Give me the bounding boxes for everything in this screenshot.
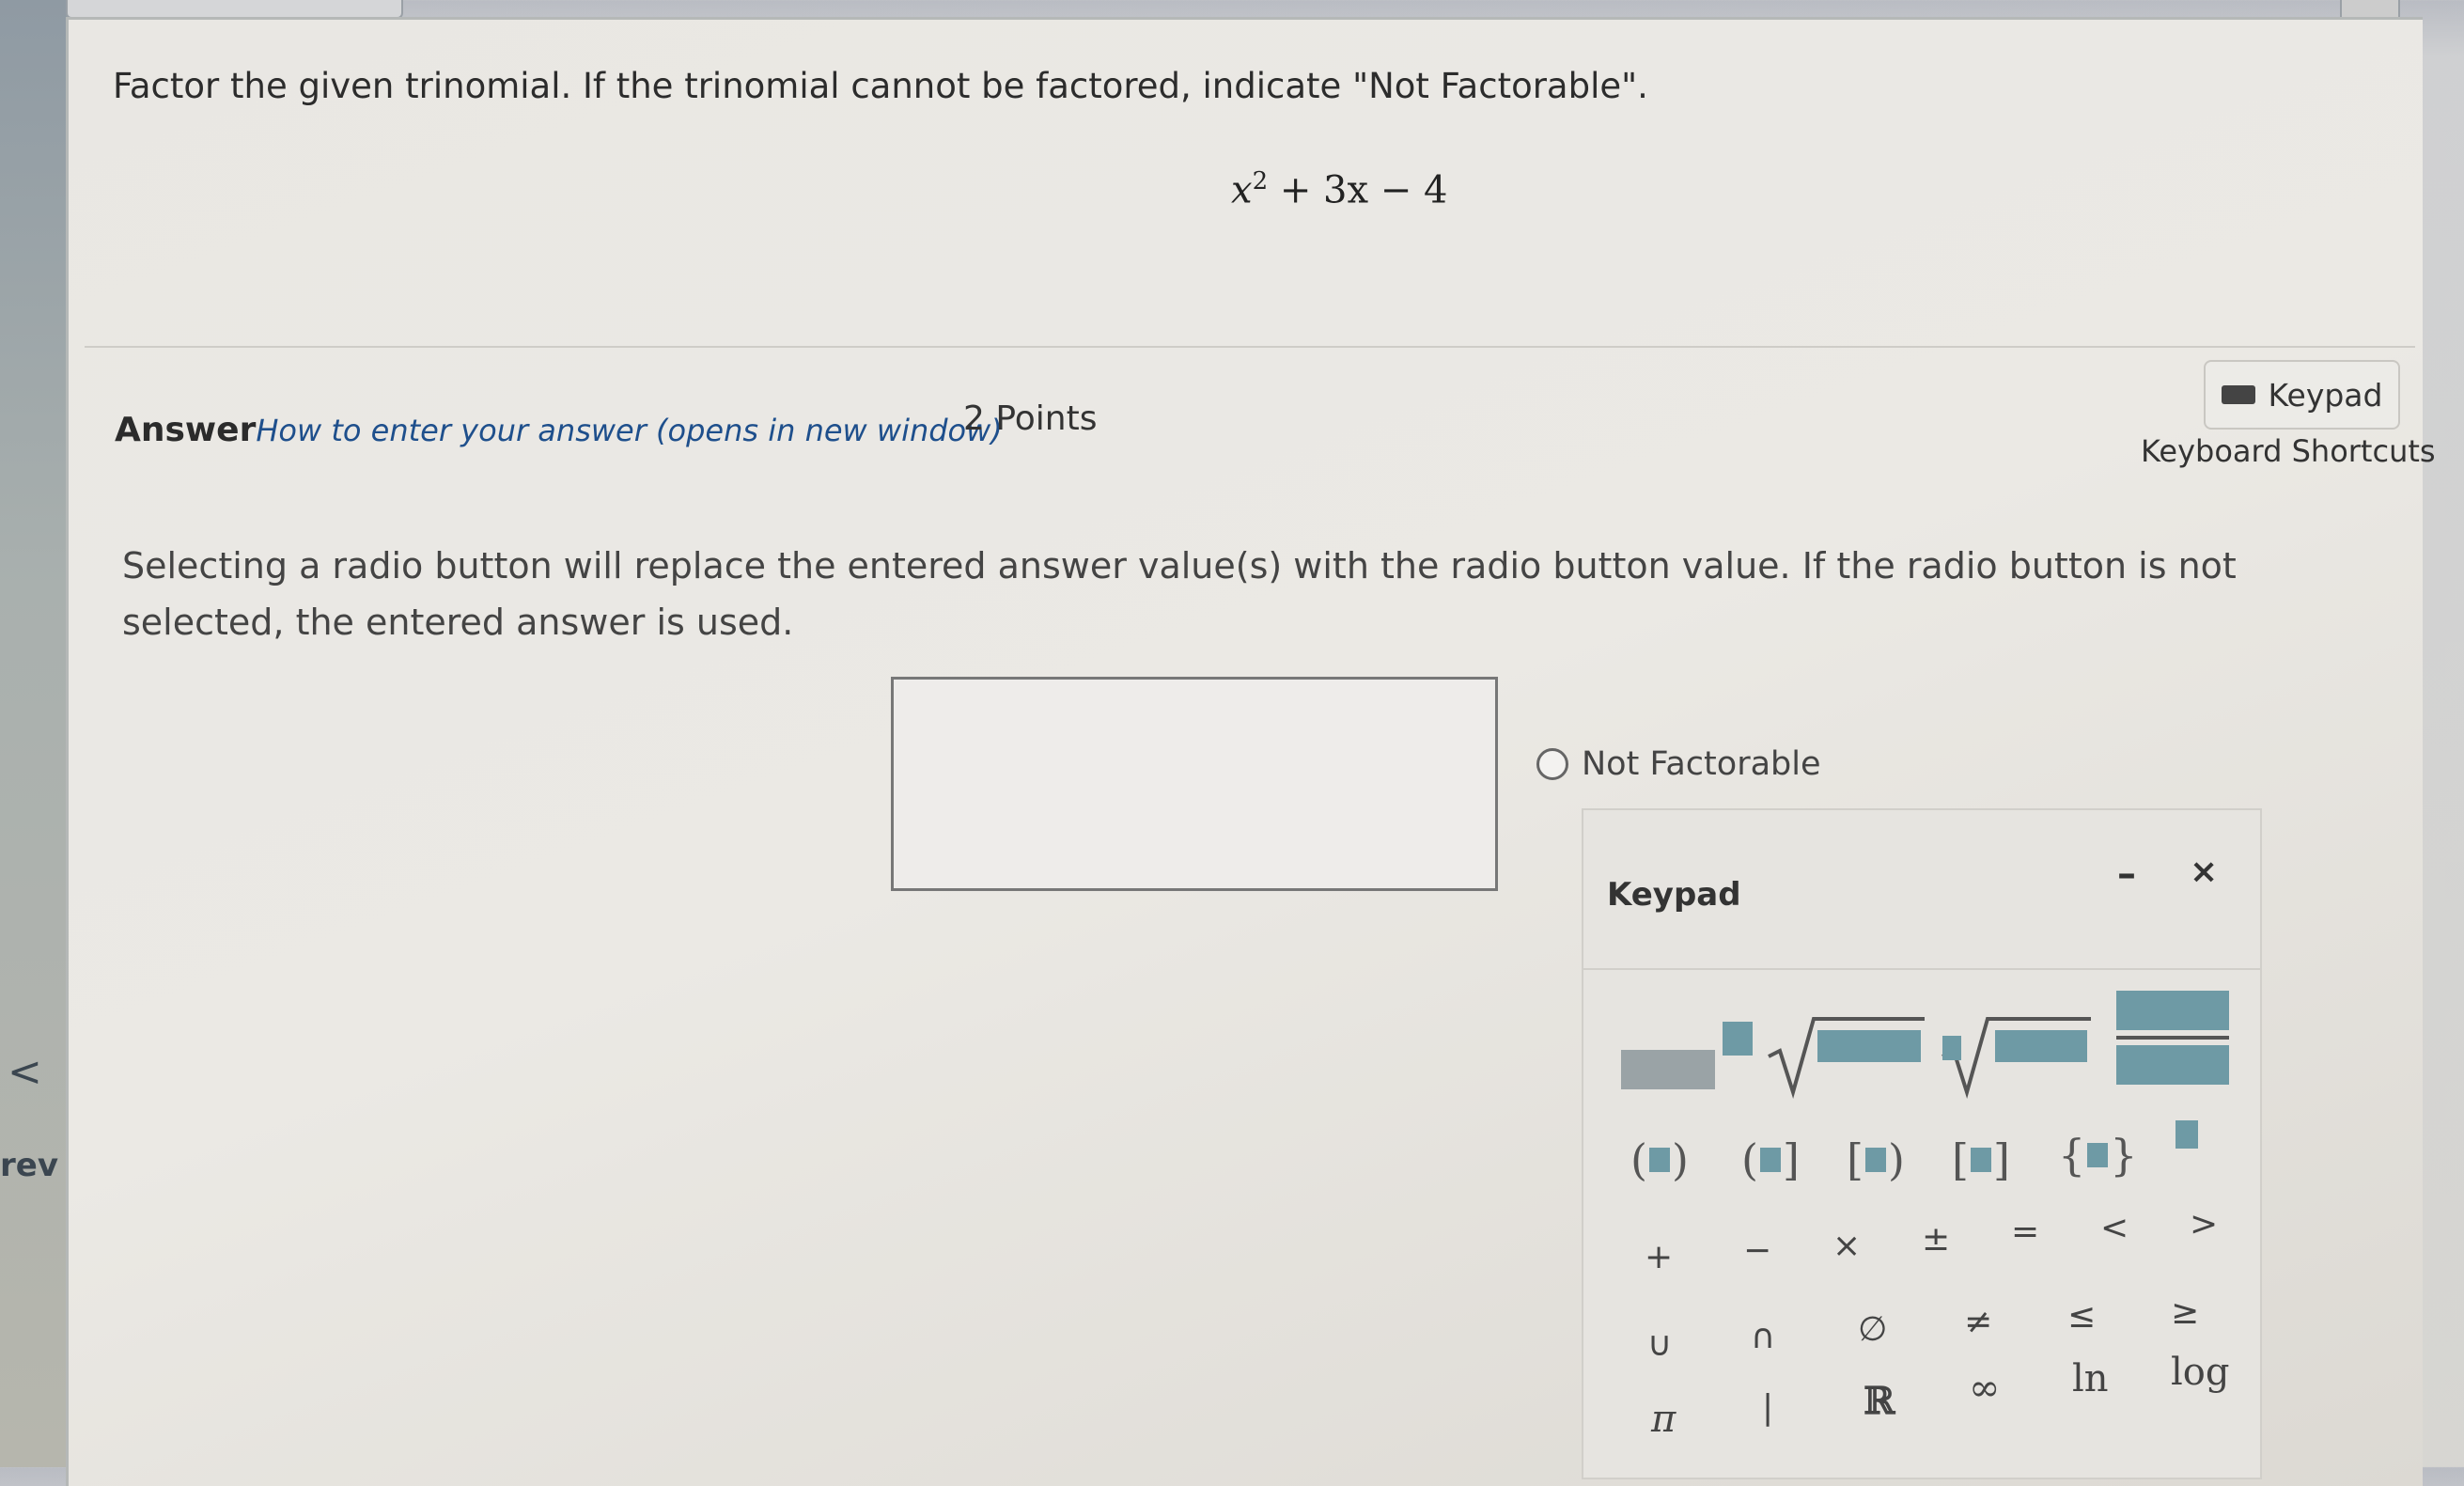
- previous-button-label[interactable]: rev: [0, 1147, 58, 1184]
- left-navigation-rail: < rev: [0, 0, 75, 1467]
- keypad-separator: [1583, 968, 2260, 970]
- left-open-interval-key[interactable]: (]: [1741, 1134, 1800, 1185]
- closed-interval-key[interactable]: []: [1952, 1134, 2010, 1185]
- union-key[interactable]: ∪: [1647, 1325, 1672, 1364]
- not-equal-key[interactable]: ≠: [1964, 1303, 1992, 1341]
- radio-instructions: Selecting a radio button will replace th…: [122, 545, 2237, 643]
- fraction-key[interactable]: [2105, 981, 2237, 1094]
- help-link[interactable]: How to enter your answer (opens in new w…: [256, 413, 1002, 448]
- nth-root-key[interactable]: [1941, 998, 2100, 1102]
- keypad-title: Keypad: [1607, 876, 1741, 914]
- answer-input[interactable]: [891, 677, 1498, 891]
- keypad-toggle-button[interactable]: Keypad: [2204, 360, 2400, 430]
- set-braces-key[interactable]: {}: [2058, 1130, 2138, 1181]
- not-factorable-radio[interactable]: [1536, 748, 1568, 780]
- plus-minus-key[interactable]: ±: [1922, 1220, 1950, 1259]
- keyboard-shortcuts-link[interactable]: Keyboard Shortcuts: [2141, 433, 2436, 469]
- infinity-key[interactable]: ∞: [1969, 1367, 2000, 1410]
- expression-base: x: [1231, 168, 1253, 212]
- equals-key[interactable]: =: [2011, 1212, 2039, 1251]
- log-key[interactable]: log: [2171, 1351, 2229, 1394]
- natural-log-key[interactable]: ln: [2072, 1357, 2109, 1400]
- answer-header: AnswerHow to enter your answer (opens in…: [115, 411, 1003, 449]
- minus-key[interactable]: −: [1743, 1231, 1771, 1270]
- empty-set-key[interactable]: ∅: [1858, 1310, 1887, 1349]
- keypad-toggle-label: Keypad: [2268, 376, 2383, 414]
- real-numbers-key[interactable]: ℝ: [1864, 1379, 1895, 1423]
- expression-exponent: 2: [1252, 167, 1269, 196]
- exponent-key[interactable]: [1621, 998, 1753, 1102]
- expression-rest: + 3x − 4: [1268, 168, 1448, 212]
- square-root-key[interactable]: [1767, 998, 1926, 1102]
- trinomial-expression: x2 + 3x − 4: [1231, 167, 1447, 211]
- previous-arrow-icon[interactable]: <: [8, 1048, 42, 1096]
- less-or-equal-key[interactable]: ≤: [2067, 1297, 2096, 1336]
- top-tab[interactable]: [66, 0, 403, 19]
- not-factorable-option[interactable]: Not Factorable: [1536, 745, 1821, 783]
- points-label: 2 Points: [963, 399, 1098, 438]
- right-open-interval-key[interactable]: [): [1847, 1134, 1905, 1185]
- minimize-icon[interactable]: –: [2117, 852, 2136, 896]
- pi-key[interactable]: π: [1651, 1398, 1676, 1441]
- parentheses-key[interactable]: (): [1630, 1134, 1689, 1185]
- section-divider: [85, 346, 2415, 348]
- keypad-panel: Keypad – × () (] [) [] {} + − × ± = < > …: [1582, 808, 2262, 1479]
- question-prompt: Factor the given trinomial. If the trino…: [113, 66, 1648, 106]
- intersection-key[interactable]: ∩: [1751, 1318, 1775, 1356]
- not-factorable-label: Not Factorable: [1582, 745, 1821, 783]
- answer-label: Answer: [115, 411, 257, 449]
- absolute-value-key[interactable]: [2166, 1111, 2222, 1177]
- plus-key[interactable]: +: [1645, 1238, 1673, 1276]
- greater-than-key[interactable]: >: [2190, 1205, 2218, 1244]
- greater-or-equal-key[interactable]: ≥: [2171, 1293, 2199, 1332]
- pipe-key[interactable]: |: [1762, 1388, 1773, 1427]
- less-than-key[interactable]: <: [2100, 1209, 2129, 1247]
- close-icon[interactable]: ×: [2190, 852, 2218, 891]
- times-key[interactable]: ×: [1832, 1227, 1861, 1265]
- keyboard-icon: [2221, 385, 2255, 404]
